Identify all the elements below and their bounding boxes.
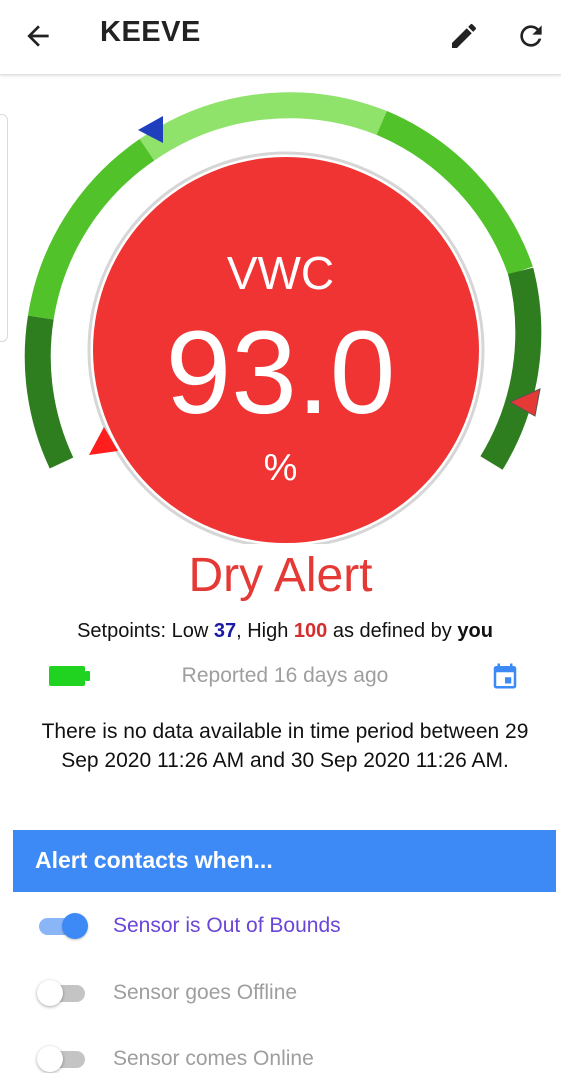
setpoints-owner: you: [457, 620, 493, 642]
alert-contacts-title: Alert contacts when...: [35, 847, 273, 873]
gauge-unit: %: [263, 447, 298, 489]
toggle-knob[interactable]: [37, 980, 63, 1006]
no-data-message: There is no data available in time perio…: [41, 720, 529, 772]
alert-toggle-label: Sensor is Out of Bounds: [113, 914, 341, 937]
alert-toggle-label: Sensor comes Online: [113, 1047, 314, 1070]
alert-toggle-row-offline[interactable]: Sensor goes Offline: [0, 969, 561, 1019]
setpoints-suffix: as defined by: [327, 620, 458, 642]
setpoint-low-value: 37: [213, 620, 237, 642]
gauge-arc-top-light: [139, 92, 387, 161]
pencil-icon[interactable]: [448, 20, 480, 52]
alert-toggle-label: Sensor goes Offline: [113, 981, 298, 1004]
gauge-label: VWC: [226, 247, 335, 299]
gauge-value: 93.0: [165, 307, 396, 439]
page-title: KEEVE: [100, 16, 201, 48]
app-bar: KEEVE: [0, 0, 561, 75]
setpoints-line: Setpoints: Low 37, High 100 as defined b…: [0, 620, 561, 643]
screen: KEEVE VWC 93.0 % Dry Alert Setpoints: Lo…: [0, 0, 561, 1073]
setpoints-mid: , High: [236, 620, 294, 642]
setpoints-prefix: Setpoints: Low: [77, 620, 214, 642]
alert-toggle-row-out-of-bounds[interactable]: Sensor is Out of Bounds: [0, 902, 561, 952]
refresh-icon[interactable]: [515, 20, 547, 52]
toggle-knob[interactable]: [62, 913, 88, 939]
alert-toggle-row-online[interactable]: Sensor comes Online: [0, 1035, 561, 1073]
status-text: Dry Alert: [188, 549, 373, 602]
setpoint-high-value: 100: [293, 620, 328, 642]
alert-contacts-header: Alert contacts when...: [13, 830, 556, 892]
reported-time: Reported 16 days ago: [181, 664, 389, 687]
arrow-left-icon[interactable]: [22, 20, 54, 52]
toggle-knob[interactable]: [37, 1046, 63, 1072]
calendar-icon[interactable]: [490, 661, 520, 691]
